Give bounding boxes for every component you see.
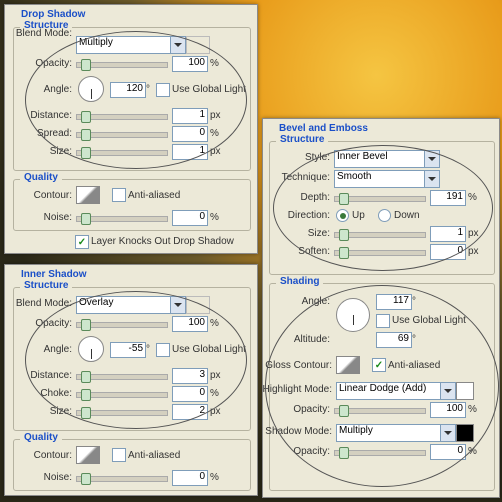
be-global-light-checkbox[interactable] [376, 314, 390, 328]
ds-structure-group: Structure Blend Mode: Multiply Opacity: … [13, 27, 251, 171]
ds-antialiased-checkbox[interactable] [112, 188, 126, 202]
is-angle-dial[interactable] [78, 336, 104, 362]
ds-distance-label: Distance: [14, 110, 72, 121]
be-angle-input[interactable]: 117 [376, 294, 412, 310]
dropdown-arrow-icon [440, 383, 455, 399]
ds-quality-group: Quality Contour: Anti-aliased Noise: 0 % [13, 179, 251, 231]
is-opacity-slider[interactable] [76, 322, 168, 328]
ds-opacity-slider[interactable] [76, 62, 168, 68]
be-size-input[interactable]: 1 [430, 226, 466, 242]
be-gloss-contour-picker[interactable] [336, 356, 360, 374]
be-highlight-swatch[interactable] [456, 382, 474, 400]
be-hl-opacity-input[interactable]: 100 [430, 402, 466, 418]
ds-quality-label: Quality [20, 172, 62, 183]
ds-noise-slider[interactable] [76, 216, 168, 222]
dropdown-arrow-icon [440, 425, 455, 441]
is-blendmode-select[interactable]: Overlay [76, 296, 186, 314]
be-direction-down-radio[interactable] [378, 209, 391, 222]
dropdown-arrow-icon [424, 171, 439, 187]
is-opacity-input[interactable]: 100 [172, 316, 208, 332]
is-angle-input[interactable]: -55 [110, 342, 146, 358]
bevel-panel: Bevel and Emboss Structure Style: Inner … [262, 118, 500, 498]
is-color-swatch[interactable] [186, 296, 210, 314]
is-distance-input[interactable]: 3 [172, 368, 208, 384]
be-size-slider[interactable] [334, 232, 426, 238]
be-shadow-select[interactable]: Multiply [336, 424, 456, 442]
ds-contour-label: Contour: [14, 190, 72, 201]
be-depth-input[interactable]: 191 [430, 190, 466, 206]
be-technique-select[interactable]: Smooth [334, 170, 440, 188]
ds-size-slider[interactable] [76, 150, 168, 156]
ds-knockout-checkbox[interactable] [75, 235, 89, 249]
be-hl-opacity-slider[interactable] [334, 408, 426, 414]
is-global-light-checkbox[interactable] [156, 343, 170, 357]
ds-opacity-input[interactable]: 100 [172, 56, 208, 72]
be-sh-opacity-slider[interactable] [334, 450, 426, 456]
ds-noise-input[interactable]: 0 [172, 210, 208, 226]
be-sh-opacity-input[interactable]: 0 [430, 444, 466, 460]
ds-size-label: Size: [14, 146, 72, 157]
ds-contour-picker[interactable] [76, 186, 100, 204]
ds-color-swatch[interactable] [186, 36, 210, 54]
is-contour-picker[interactable] [76, 446, 100, 464]
be-angle-dial[interactable] [336, 298, 370, 332]
be-structure-group: Structure Style: Inner Bevel Technique: … [269, 141, 495, 275]
is-choke-input[interactable]: 0 [172, 386, 208, 402]
is-structure-label: Structure [20, 280, 72, 291]
be-direction-up-radio[interactable] [336, 209, 349, 222]
ds-blendmode-label: Blend Mode: [14, 28, 72, 39]
ds-opacity-label: Opacity: [14, 58, 72, 69]
is-choke-slider[interactable] [76, 392, 168, 398]
ds-spread-label: Spread: [14, 128, 72, 139]
ds-angle-input[interactable]: 120 [110, 82, 146, 98]
ds-noise-label: Noise: [14, 212, 72, 223]
drop-shadow-panel: Drop Shadow Structure Blend Mode: Multip… [4, 4, 258, 254]
is-distance-slider[interactable] [76, 374, 168, 380]
drop-shadow-title: Drop Shadow [17, 9, 89, 20]
be-soften-input[interactable]: 0 [430, 244, 466, 260]
is-quality-group: Quality Contour: Anti-aliased Noise: 0 % [13, 439, 251, 491]
ds-size-input[interactable]: 1 [172, 144, 208, 160]
be-depth-slider[interactable] [334, 196, 426, 202]
be-title: Bevel and Emboss [275, 123, 372, 134]
ds-angle-label: Angle: [14, 84, 72, 95]
is-structure-group: Structure Blend Mode: Overlay Opacity: 1… [13, 287, 251, 431]
is-title: Inner Shadow [17, 269, 91, 280]
ds-distance-slider[interactable] [76, 114, 168, 120]
ds-distance-input[interactable]: 1 [172, 108, 208, 124]
dropdown-arrow-icon [424, 151, 439, 167]
be-antialiased-checkbox[interactable] [372, 358, 386, 372]
ds-spread-slider[interactable] [76, 132, 168, 138]
be-soften-slider[interactable] [334, 250, 426, 256]
inner-shadow-panel: Inner Shadow Structure Blend Mode: Overl… [4, 264, 258, 496]
is-antialiased-checkbox[interactable] [112, 448, 126, 462]
dropdown-arrow-icon [170, 37, 185, 53]
is-size-slider[interactable] [76, 410, 168, 416]
dropdown-arrow-icon [170, 297, 185, 313]
ds-blendmode-select[interactable]: Multiply [76, 36, 186, 54]
is-noise-slider[interactable] [76, 476, 168, 482]
ds-global-light-checkbox[interactable] [156, 83, 170, 97]
be-shading-group: Shading Angle: 117 ° Use Global Light Al… [269, 283, 495, 491]
ds-spread-input[interactable]: 0 [172, 126, 208, 142]
be-style-select[interactable]: Inner Bevel [334, 150, 440, 168]
be-shadow-swatch[interactable] [456, 424, 474, 442]
be-highlight-select[interactable]: Linear Dodge (Add) [336, 382, 456, 400]
is-size-input[interactable]: 2 [172, 404, 208, 420]
is-noise-input[interactable]: 0 [172, 470, 208, 486]
ds-angle-dial[interactable] [78, 76, 104, 102]
be-altitude-input[interactable]: 69 [376, 332, 412, 348]
